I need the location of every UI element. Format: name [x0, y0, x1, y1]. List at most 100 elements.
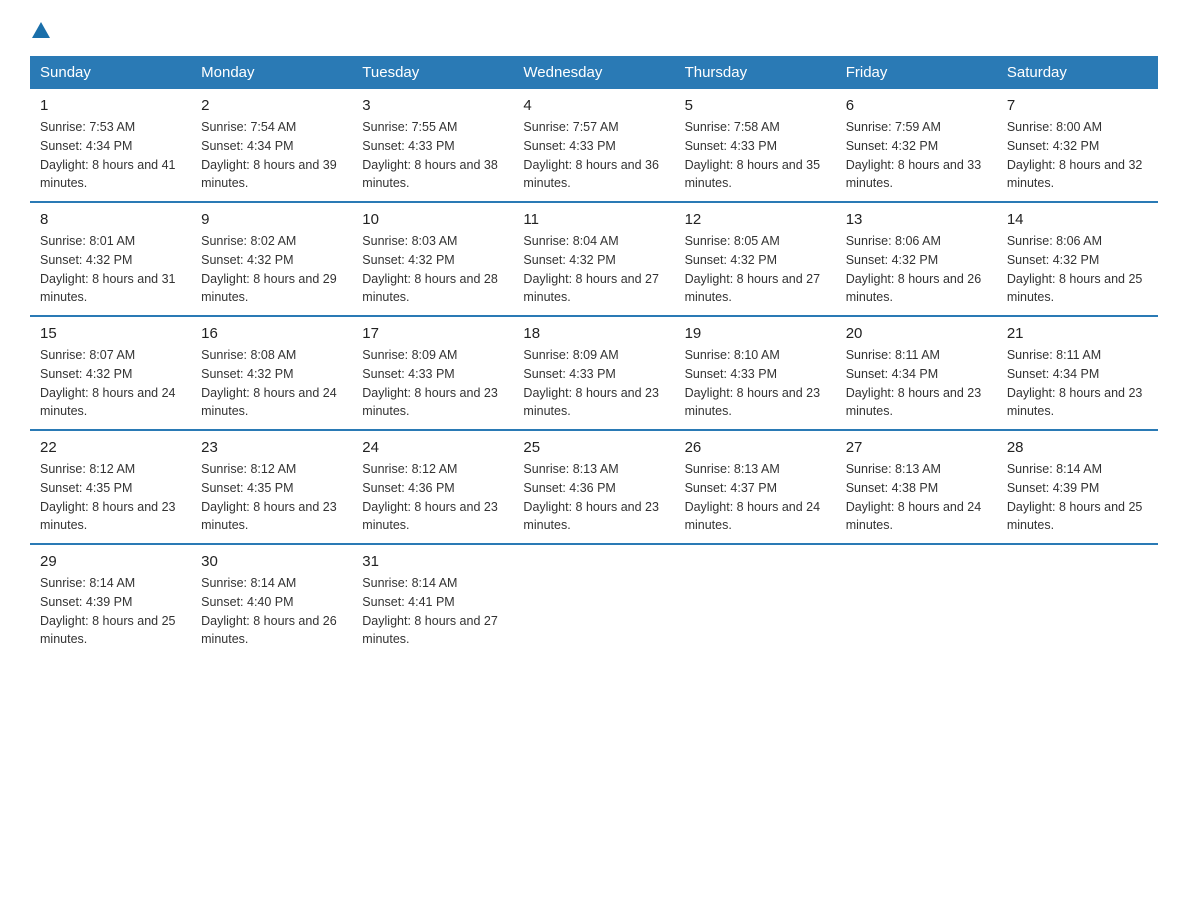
day-cell: 10 Sunrise: 8:03 AMSunset: 4:32 PMDayligh… [352, 202, 513, 316]
day-info: Sunrise: 8:12 AMSunset: 4:35 PMDaylight:… [40, 462, 176, 532]
day-cell: 23 Sunrise: 8:12 AMSunset: 4:35 PMDayligh… [191, 430, 352, 544]
day-cell [997, 544, 1158, 657]
weekday-header-monday: Monday [191, 56, 352, 89]
weekday-header-friday: Friday [836, 56, 997, 89]
weekday-header-tuesday: Tuesday [352, 56, 513, 89]
weekday-header-thursday: Thursday [675, 56, 836, 89]
day-cell: 21 Sunrise: 8:11 AMSunset: 4:34 PMDayligh… [997, 316, 1158, 430]
day-cell: 11 Sunrise: 8:04 AMSunset: 4:32 PMDayligh… [513, 202, 674, 316]
logo-text [30, 20, 50, 46]
day-number: 17 [362, 325, 503, 342]
day-info: Sunrise: 8:03 AMSunset: 4:32 PMDaylight:… [362, 234, 498, 304]
day-cell: 16Sunrise: 8:08 AMSunset: 4:32 PMDayligh… [191, 316, 352, 430]
day-cell: 28 Sunrise: 8:14 AMSunset: 4:39 PMDayligh… [997, 430, 1158, 544]
day-number: 2 [201, 97, 342, 114]
day-number: 1 [40, 97, 181, 114]
week-row-3: 15Sunrise: 8:07 AMSunset: 4:32 PMDayligh… [30, 316, 1158, 430]
day-number: 10 [362, 211, 503, 228]
day-cell: 12 Sunrise: 8:05 AMSunset: 4:32 PMDayligh… [675, 202, 836, 316]
day-info: Sunrise: 8:11 AMSunset: 4:34 PMDaylight:… [1007, 348, 1143, 418]
day-info: Sunrise: 8:07 AMSunset: 4:32 PMDaylight:… [40, 348, 176, 418]
day-cell: 8Sunrise: 8:01 AMSunset: 4:32 PMDaylight… [30, 202, 191, 316]
day-info: Sunrise: 7:57 AMSunset: 4:33 PMDaylight:… [523, 120, 659, 190]
day-cell: 2Sunrise: 7:54 AMSunset: 4:34 PMDaylight… [191, 89, 352, 202]
day-info: Sunrise: 8:12 AMSunset: 4:35 PMDaylight:… [201, 462, 337, 532]
day-number: 20 [846, 325, 987, 342]
day-info: Sunrise: 8:09 AMSunset: 4:33 PMDaylight:… [362, 348, 498, 418]
day-info: Sunrise: 8:04 AMSunset: 4:32 PMDaylight:… [523, 234, 659, 304]
page-header [30, 20, 1158, 46]
day-number: 27 [846, 439, 987, 456]
day-number: 11 [523, 211, 664, 228]
day-number: 8 [40, 211, 181, 228]
day-number: 7 [1007, 97, 1148, 114]
week-row-5: 29 Sunrise: 8:14 AMSunset: 4:39 PMDayligh… [30, 544, 1158, 657]
day-number: 12 [685, 211, 826, 228]
day-number: 14 [1007, 211, 1148, 228]
day-number: 21 [1007, 325, 1148, 342]
day-number: 29 [40, 553, 181, 570]
day-cell: 17 Sunrise: 8:09 AMSunset: 4:33 PMDayligh… [352, 316, 513, 430]
weekday-header-wednesday: Wednesday [513, 56, 674, 89]
day-info: Sunrise: 7:55 AMSunset: 4:33 PMDaylight:… [362, 120, 498, 190]
day-number: 26 [685, 439, 826, 456]
logo [30, 20, 50, 46]
day-cell: 25 Sunrise: 8:13 AMSunset: 4:36 PMDayligh… [513, 430, 674, 544]
day-info: Sunrise: 7:58 AMSunset: 4:33 PMDaylight:… [685, 120, 821, 190]
day-cell: 4Sunrise: 7:57 AMSunset: 4:33 PMDaylight… [513, 89, 674, 202]
day-info: Sunrise: 8:12 AMSunset: 4:36 PMDaylight:… [362, 462, 498, 532]
day-cell: 7 Sunrise: 8:00 AMSunset: 4:32 PMDaylight… [997, 89, 1158, 202]
day-cell: 1 Sunrise: 7:53 AMSunset: 4:34 PMDaylight… [30, 89, 191, 202]
weekday-header-sunday: Sunday [30, 56, 191, 89]
day-cell: 15Sunrise: 8:07 AMSunset: 4:32 PMDayligh… [30, 316, 191, 430]
day-info: Sunrise: 8:14 AMSunset: 4:40 PMDaylight:… [201, 576, 337, 646]
day-cell: 18 Sunrise: 8:09 AMSunset: 4:33 PMDayligh… [513, 316, 674, 430]
day-cell [675, 544, 836, 657]
day-cell [513, 544, 674, 657]
day-number: 24 [362, 439, 503, 456]
day-number: 31 [362, 553, 503, 570]
day-number: 3 [362, 97, 503, 114]
day-info: Sunrise: 8:14 AMSunset: 4:39 PMDaylight:… [1007, 462, 1143, 532]
day-info: Sunrise: 8:13 AMSunset: 4:38 PMDaylight:… [846, 462, 982, 532]
week-row-2: 8Sunrise: 8:01 AMSunset: 4:32 PMDaylight… [30, 202, 1158, 316]
day-number: 25 [523, 439, 664, 456]
calendar-table: SundayMondayTuesdayWednesdayThursdayFrid… [30, 56, 1158, 657]
day-number: 5 [685, 97, 826, 114]
day-info: Sunrise: 8:13 AMSunset: 4:37 PMDaylight:… [685, 462, 821, 532]
day-info: Sunrise: 8:14 AMSunset: 4:41 PMDaylight:… [362, 576, 498, 646]
day-cell: 6Sunrise: 7:59 AMSunset: 4:32 PMDaylight… [836, 89, 997, 202]
day-info: Sunrise: 8:05 AMSunset: 4:32 PMDaylight:… [685, 234, 821, 304]
logo-icon [32, 20, 50, 40]
day-cell: 22 Sunrise: 8:12 AMSunset: 4:35 PMDayligh… [30, 430, 191, 544]
day-info: Sunrise: 8:06 AMSunset: 4:32 PMDaylight:… [846, 234, 982, 304]
day-info: Sunrise: 8:06 AMSunset: 4:32 PMDaylight:… [1007, 234, 1143, 304]
day-number: 28 [1007, 439, 1148, 456]
week-row-1: 1 Sunrise: 7:53 AMSunset: 4:34 PMDaylight… [30, 89, 1158, 202]
day-info: Sunrise: 8:10 AMSunset: 4:33 PMDaylight:… [685, 348, 821, 418]
day-cell [836, 544, 997, 657]
day-cell: 24 Sunrise: 8:12 AMSunset: 4:36 PMDayligh… [352, 430, 513, 544]
day-info: Sunrise: 8:00 AMSunset: 4:32 PMDaylight:… [1007, 120, 1143, 190]
day-number: 9 [201, 211, 342, 228]
day-info: Sunrise: 7:53 AMSunset: 4:34 PMDaylight:… [40, 120, 176, 190]
day-cell: 29 Sunrise: 8:14 AMSunset: 4:39 PMDayligh… [30, 544, 191, 657]
day-cell: 31 Sunrise: 8:14 AMSunset: 4:41 PMDayligh… [352, 544, 513, 657]
day-cell: 26 Sunrise: 8:13 AMSunset: 4:37 PMDayligh… [675, 430, 836, 544]
day-number: 16 [201, 325, 342, 342]
weekday-header-row: SundayMondayTuesdayWednesdayThursdayFrid… [30, 56, 1158, 89]
day-number: 22 [40, 439, 181, 456]
day-cell: 13Sunrise: 8:06 AMSunset: 4:32 PMDayligh… [836, 202, 997, 316]
day-info: Sunrise: 8:09 AMSunset: 4:33 PMDaylight:… [523, 348, 659, 418]
day-cell: 30Sunrise: 8:14 AMSunset: 4:40 PMDayligh… [191, 544, 352, 657]
day-cell: 14 Sunrise: 8:06 AMSunset: 4:32 PMDayligh… [997, 202, 1158, 316]
day-number: 23 [201, 439, 342, 456]
day-cell: 27 Sunrise: 8:13 AMSunset: 4:38 PMDayligh… [836, 430, 997, 544]
day-info: Sunrise: 8:13 AMSunset: 4:36 PMDaylight:… [523, 462, 659, 532]
day-info: Sunrise: 8:02 AMSunset: 4:32 PMDaylight:… [201, 234, 337, 304]
weekday-header-saturday: Saturday [997, 56, 1158, 89]
day-number: 18 [523, 325, 664, 342]
day-info: Sunrise: 8:14 AMSunset: 4:39 PMDaylight:… [40, 576, 176, 646]
week-row-4: 22 Sunrise: 8:12 AMSunset: 4:35 PMDayligh… [30, 430, 1158, 544]
day-info: Sunrise: 7:59 AMSunset: 4:32 PMDaylight:… [846, 120, 982, 190]
